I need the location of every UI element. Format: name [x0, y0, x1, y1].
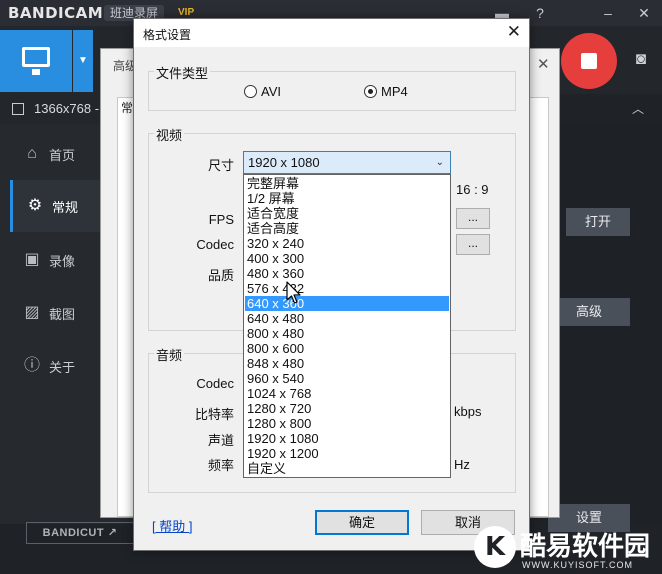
open-button[interactable]: 打开 [566, 208, 630, 236]
size-label: 尺寸 [207, 158, 234, 173]
size-select-value: 1920 x 1080 [248, 155, 320, 170]
advanced-button[interactable]: 高级 [548, 298, 630, 326]
size-option-highlighted[interactable]: 640 x 360 [245, 296, 449, 311]
bandicut-button[interactable]: BANDICUT ↗ [26, 522, 134, 544]
size-option[interactable]: 848 x 480 [245, 356, 449, 371]
size-option[interactable]: 1920 x 1080 [245, 431, 449, 446]
watermark-url: WWW.KUYISOFT.COM [522, 560, 633, 570]
size-option[interactable]: 自定义 [245, 461, 449, 476]
help-link[interactable]: [ 帮助 ] [152, 516, 192, 535]
camera-icon[interactable]: ◙ [630, 50, 652, 68]
fps-more-button[interactable]: ... [456, 208, 490, 229]
video-group-label: 视频 [154, 125, 185, 144]
gear-icon: ⚙ [27, 197, 43, 214]
avi-label: AVI [261, 84, 281, 99]
home-icon: ⌂ [27, 145, 37, 162]
size-option[interactable]: 1920 x 1200 [245, 446, 449, 461]
sidebar-item-label: 关于 [49, 359, 76, 375]
codec-label: Codec [196, 237, 234, 252]
fps-label: FPS [208, 212, 234, 227]
image-icon: ▨ [24, 304, 40, 321]
dialog-titlebar: 格式设置 ✕ [134, 19, 529, 47]
audio-codec-label: Codec [196, 376, 234, 391]
screen-record-mode-button[interactable] [0, 30, 72, 92]
sidebar-item-label: 常规 [52, 199, 79, 215]
radio-circle-selected [364, 85, 377, 98]
size-option[interactable]: 576 x 432 [245, 281, 449, 296]
ok-button[interactable]: 确定 [315, 510, 409, 535]
mode-dropdown-button[interactable]: ▼ [73, 30, 93, 92]
record-stop-button[interactable] [561, 33, 617, 89]
size-option[interactable]: 适合宽度 [245, 206, 449, 221]
chevron-down-icon: ⌄ [435, 157, 444, 168]
background-dialog-close-icon[interactable]: ✕ [537, 55, 550, 73]
size-option[interactable]: 800 x 600 [245, 341, 449, 356]
region-icon [12, 103, 24, 115]
size-option[interactable]: 1/2 屏幕 [245, 191, 449, 206]
dialog-close-icon[interactable]: ✕ [507, 22, 521, 42]
size-dropdown-list[interactable]: 完整屏幕 1/2 屏幕 适合宽度 适合高度 320 x 240 400 x 30… [243, 174, 451, 478]
file-type-label: 文件类型 [154, 63, 211, 82]
mp4-radio[interactable]: MP4 [364, 84, 408, 99]
sidebar-item-label: 录像 [49, 253, 76, 269]
resolution-text[interactable]: 1366x768 - [34, 101, 99, 116]
size-option[interactable]: 480 x 360 [245, 266, 449, 281]
background-dialog-tab[interactable]: 常 [121, 99, 133, 116]
video-icon: ▣ [24, 251, 40, 268]
mouse-cursor-icon [286, 281, 301, 304]
size-option[interactable]: 适合高度 [245, 221, 449, 236]
frequency-unit: Hz [454, 457, 470, 472]
sidebar-item-label: 截图 [49, 306, 76, 322]
bitrate-unit: kbps [454, 404, 482, 419]
watermark-logo-icon [474, 526, 516, 568]
size-select[interactable]: 1920 x 1080 ⌄ [243, 151, 451, 174]
audio-group-label: 音频 [154, 345, 185, 364]
radio-circle [244, 85, 257, 98]
size-option[interactable]: 1280 x 800 [245, 416, 449, 431]
codec-more-button[interactable]: ... [456, 234, 490, 255]
collapse-arrow-icon[interactable]: ︿ [632, 100, 644, 117]
size-option[interactable]: 640 x 480 [245, 311, 449, 326]
mp4-label: MP4 [381, 84, 408, 99]
help-icon[interactable]: ? [530, 3, 550, 23]
info-icon: ⓘ [23, 357, 40, 374]
watermark: 酷易软件园 WWW.KUYISOFT.COM [474, 524, 662, 574]
minimize-icon[interactable]: – [598, 3, 618, 23]
format-settings-dialog: 格式设置 ✕ 文件类型 AVI MP4 视频 尺寸 1920 x 1080 ⌄ … [133, 18, 530, 551]
size-option[interactable]: 800 x 480 [245, 326, 449, 341]
sidebar-item-label: 首页 [49, 147, 76, 163]
quality-label: 品质 [207, 268, 234, 283]
size-option[interactable]: 1024 x 768 [245, 386, 449, 401]
bitrate-label: 比特率 [194, 407, 234, 422]
size-option[interactable]: 400 x 300 [245, 251, 449, 266]
size-option[interactable]: 1280 x 720 [245, 401, 449, 416]
app-logo: BANDICAM [8, 4, 104, 22]
aspect-ratio-text: 16 : 9 [456, 182, 489, 197]
size-option[interactable]: 完整屏幕 [245, 176, 449, 191]
vip-badge[interactable]: VIP [178, 7, 194, 18]
channel-label: 声道 [207, 433, 234, 448]
avi-radio[interactable]: AVI [244, 84, 281, 99]
monitor-icon [22, 47, 50, 75]
size-option[interactable]: 320 x 240 [245, 236, 449, 251]
close-icon[interactable]: ✕ [634, 3, 654, 23]
frequency-label: 频率 [207, 458, 234, 473]
watermark-text: 酷易软件园 [520, 531, 651, 561]
size-option[interactable]: 960 x 540 [245, 371, 449, 386]
dialog-title: 格式设置 [143, 28, 192, 42]
